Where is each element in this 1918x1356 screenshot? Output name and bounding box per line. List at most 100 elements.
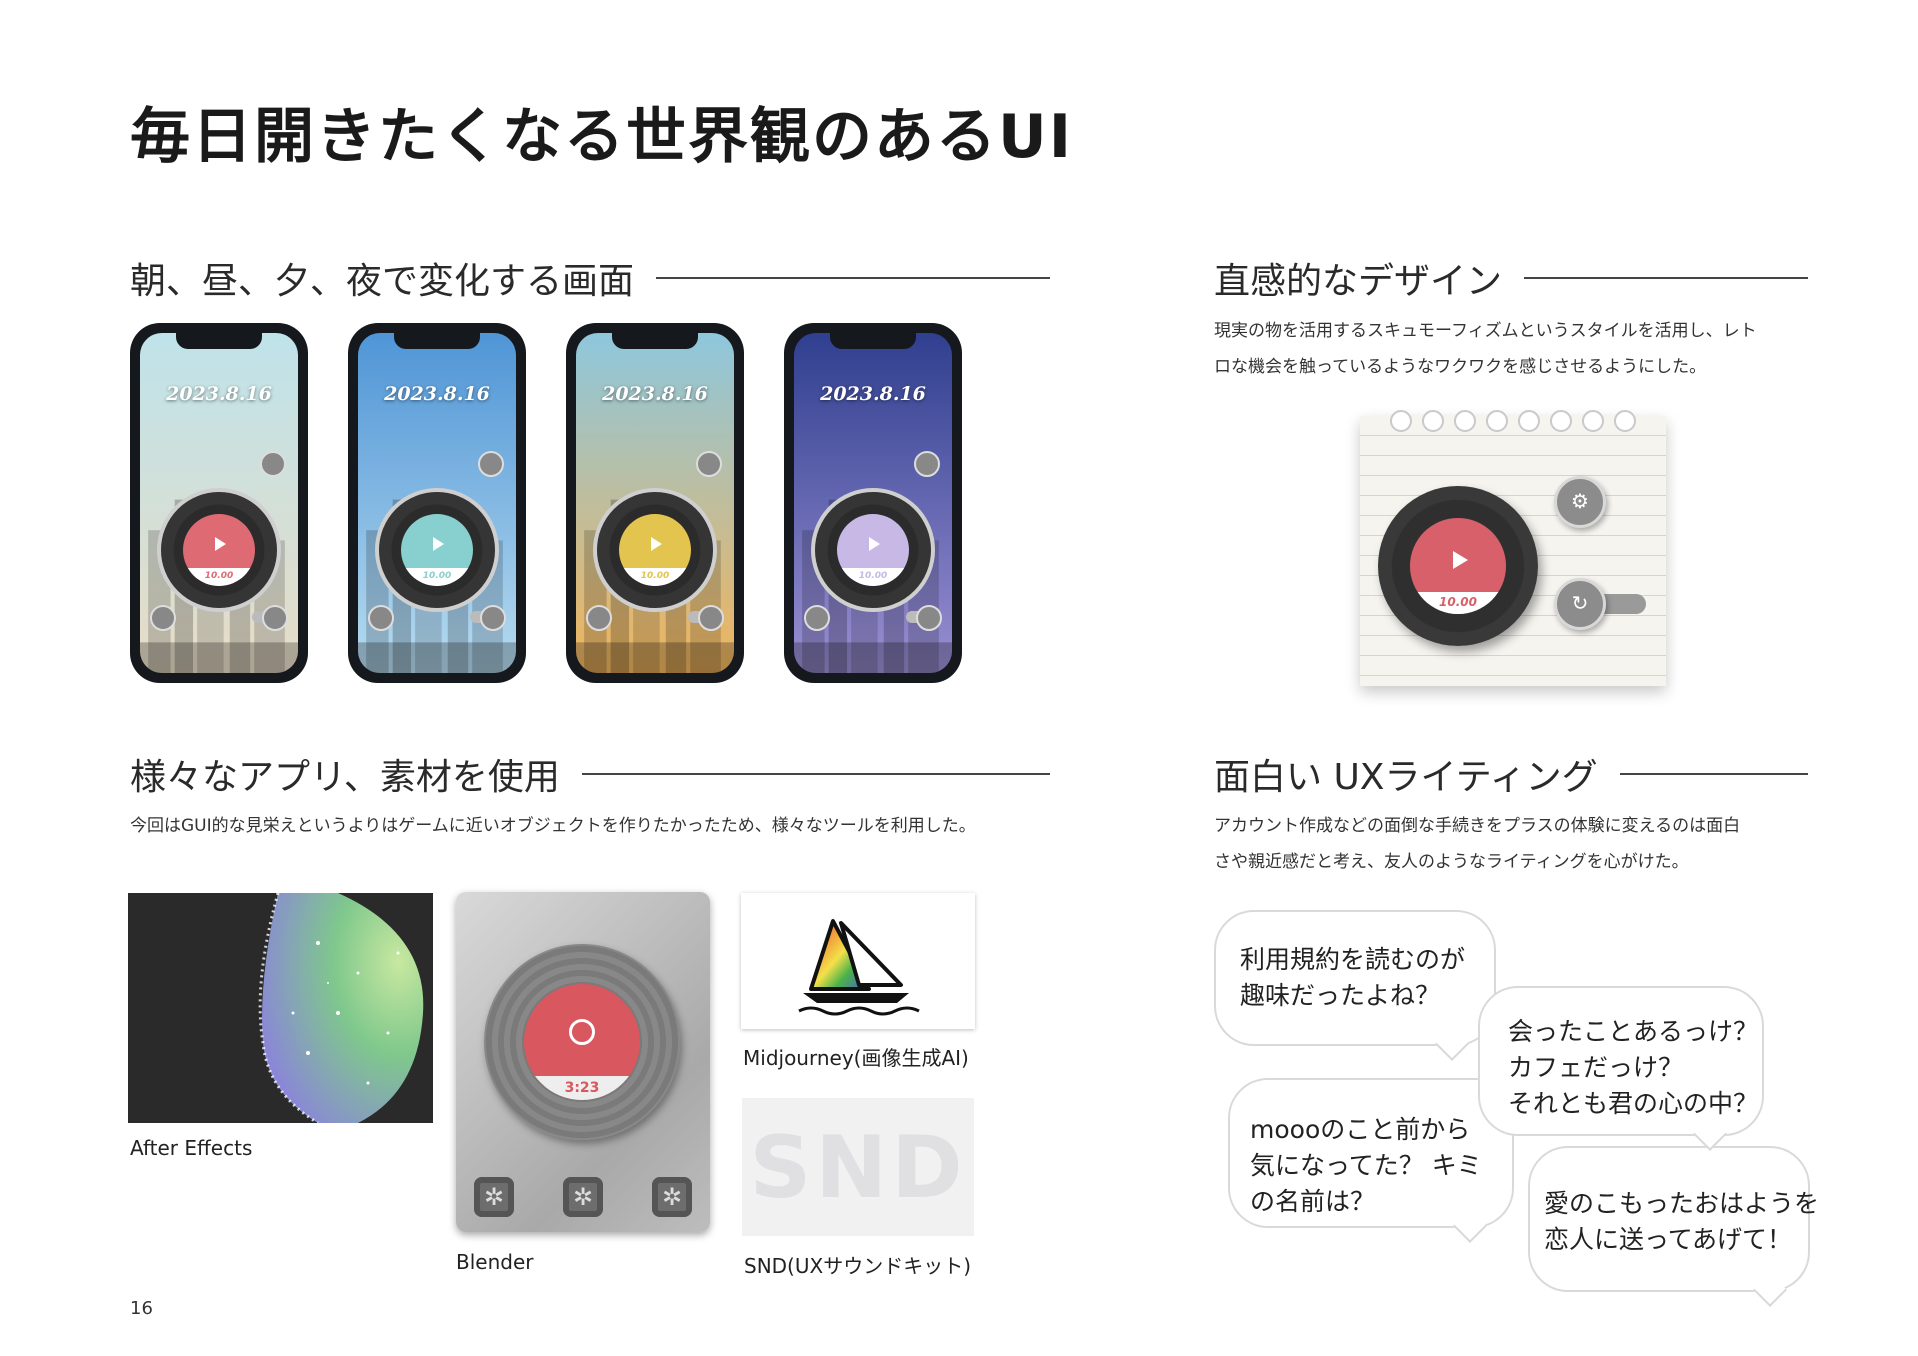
bubble-line: 利用規約を読むのが (1240, 945, 1466, 974)
record-label: 10.00 (619, 514, 691, 586)
vinyl-record: 10.00 (593, 488, 717, 612)
section-heading-ux-writing: 面白い UXライティング (1214, 748, 1808, 800)
section-heading-text: 様々なアプリ、素材を使用 (130, 757, 560, 798)
notebook-ring (1614, 410, 1636, 432)
section-heading-text: 朝、昼、夕、夜で変化する画面 (130, 261, 635, 302)
gear-icon: ✲ (563, 1177, 603, 1217)
section-heading-time-of-day: 朝、昼、夕、夜で変化する画面 (130, 252, 1050, 304)
record-label: 10.00 (1410, 518, 1506, 614)
snd-image: SND (742, 1098, 974, 1236)
repeat-icon[interactable] (698, 605, 724, 631)
settings-knob-icon[interactable] (260, 451, 286, 477)
left-knob-icon[interactable] (150, 605, 176, 631)
bubble-tail (1435, 1027, 1469, 1061)
repeat-icon[interactable] (916, 605, 942, 631)
section-heading-text: 面白い UXライティング (1214, 757, 1598, 798)
bubble-line: 趣味だったよね？ (1240, 981, 1441, 1010)
play-icon[interactable] (215, 537, 226, 552)
notebook-ring (1422, 410, 1444, 432)
left-knob-icon[interactable] (586, 605, 612, 631)
section-heading-tools: 様々なアプリ、素材を使用 (130, 748, 1050, 800)
phone-screen: 2023.8.16 10.00 (140, 333, 298, 673)
record-time: 10.00 (837, 568, 909, 586)
record-center-icon (569, 1018, 595, 1045)
phone-screen: 2023.8.16 10.00 (794, 333, 952, 673)
blender-image: 3:23 ✲ ✲ ✲ (456, 892, 710, 1232)
desc-line: アカウント作成などの面倒な手続きをプラスの体験に変えるのは面白 (1214, 816, 1741, 836)
vinyl-record: 10.00 (157, 488, 281, 612)
blender-time: 3:23 (524, 1076, 640, 1100)
heading-rule (1524, 277, 1808, 279)
bubble-line: 会ったことあるっけ？ (1508, 1017, 1759, 1046)
blender-caption: Blender (456, 1250, 534, 1274)
bubble-line: 愛のこもったおはようを (1544, 1189, 1820, 1218)
notebook-ring (1550, 410, 1572, 432)
phone-notch (612, 333, 698, 349)
left-knob-icon[interactable] (368, 605, 394, 631)
phone-notch (830, 333, 916, 349)
phone-date: 2023.8.16 (384, 383, 490, 405)
settings-knob-icon[interactable] (914, 451, 940, 477)
phone-mockup: 2023.8.16 10.00 (784, 323, 962, 683)
bubble-tail (1753, 1273, 1787, 1307)
page-title: 毎日開きたくなる世界観のあるUI (130, 102, 1074, 172)
page-number: 16 (130, 1298, 153, 1319)
notebook-ring (1390, 410, 1412, 432)
blender-record-label: 3:23 (524, 984, 640, 1100)
bubble-line: カフェだっけ？ (1508, 1053, 1684, 1082)
play-icon[interactable] (651, 537, 662, 552)
midjourney-image (741, 893, 975, 1029)
speech-bubble: 会ったことあるっけ？ カフェだっけ？ それとも君の心の中？ (1478, 986, 1764, 1151)
heading-rule (656, 277, 1050, 279)
phone-date: 2023.8.16 (820, 383, 926, 405)
gear-icon[interactable]: ⚙ (1554, 476, 1606, 528)
play-icon[interactable] (869, 537, 880, 552)
record-label: 10.00 (183, 514, 255, 586)
ux-writing-description: アカウント作成などの面倒な手続きをプラスの体験に変えるのは面白 さや親近感だと考… (1214, 808, 1814, 880)
bubble-line: 気になってた？ キミ (1250, 1151, 1482, 1180)
notebook-ring (1582, 410, 1604, 432)
bubble-line: 恋人に送ってあげて！ (1544, 1225, 1793, 1254)
snd-caption: SND(UXサウンドキット) (744, 1254, 972, 1278)
desc-line: さや親近感だと考え、友人のようなライティングを心がけた。 (1214, 852, 1689, 872)
heading-rule (1619, 773, 1808, 775)
vinyl-record: 10.00 (1378, 486, 1538, 646)
vinyl-record: 10.00 (375, 488, 499, 612)
desc-line: 現実の物を活用するスキュモーフィズムというスタイルを活用し、レト (1214, 321, 1757, 341)
blender-record: 3:23 (484, 944, 680, 1140)
notebook-ring (1454, 410, 1476, 432)
record-time: 10.00 (619, 568, 691, 586)
left-knob-icon[interactable] (804, 605, 830, 631)
tools-description: 今回はGUI的な見栄えというよりはゲームに近いオブジェクトを作りたかったため、様… (130, 816, 976, 836)
bubble-line: moooのこと前から (1250, 1115, 1471, 1144)
phone-screen: 2023.8.16 10.00 (576, 333, 734, 673)
notebook-ring (1518, 410, 1540, 432)
record-label: 10.00 (401, 514, 473, 586)
bubble-line: それとも君の心の中？ (1508, 1089, 1759, 1118)
gear-icon: ✲ (474, 1177, 514, 1217)
section-heading-intuitive: 直感的なデザイン (1214, 252, 1808, 304)
settings-knob-icon[interactable] (696, 451, 722, 477)
record-time: 10.00 (183, 568, 255, 586)
bubble-line: の名前は？ (1250, 1187, 1376, 1216)
play-icon[interactable] (433, 537, 444, 552)
record-label: 10.00 (837, 514, 909, 586)
heading-rule (581, 773, 1050, 775)
phone-mockup: 2023.8.16 10.00 (348, 323, 526, 683)
notebook-player-illustration: 10.00 ⚙ ↻ (1360, 410, 1666, 686)
repeat-icon[interactable] (480, 605, 506, 631)
speech-bubble: 利用規約を読むのが 趣味だったよね？ (1214, 910, 1496, 1061)
repeat-icon[interactable] (262, 605, 288, 631)
desc-line: ロな機会を触っているようなワクワクを感じさせるようにした。 (1214, 357, 1707, 377)
vinyl-record: 10.00 (811, 488, 935, 612)
after-effects-art (258, 893, 424, 1123)
play-icon[interactable] (1453, 550, 1468, 569)
settings-knob-icon[interactable] (478, 451, 504, 477)
midjourney-caption: Midjourney(画像生成AI) (743, 1046, 969, 1070)
phone-notch (394, 333, 480, 349)
phone-date: 2023.8.16 (166, 383, 272, 405)
repeat-icon[interactable]: ↻ (1554, 578, 1606, 630)
phone-screen: 2023.8.16 10.00 (358, 333, 516, 673)
phone-mockup: 2023.8.16 10.00 (566, 323, 744, 683)
gear-icon: ✲ (652, 1177, 692, 1217)
